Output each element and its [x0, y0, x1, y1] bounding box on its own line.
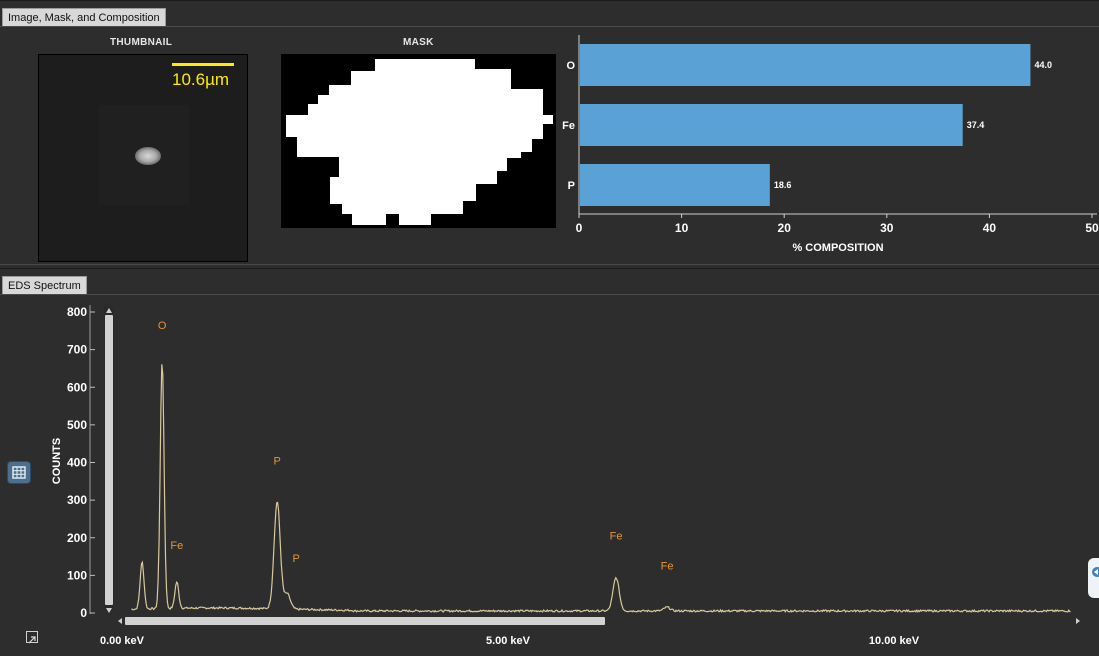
peak-label: O: [158, 320, 167, 332]
x-axis-title: % COMPOSITION: [792, 242, 883, 254]
peak-label: P: [274, 455, 281, 467]
bar-value-label: 44.0: [1034, 60, 1052, 70]
y-tick-label: 400: [67, 456, 87, 470]
x-tick-label: 20: [778, 221, 792, 235]
x-tick-label: 0: [576, 221, 583, 235]
peak-label: Fe: [610, 531, 623, 543]
x-tick-label: 50: [1085, 221, 1099, 235]
category-label: P: [568, 180, 575, 192]
peak-label: Fe: [170, 540, 183, 552]
category-label: Fe: [562, 120, 575, 132]
composition-bar: [580, 164, 770, 206]
y-axis-title: COUNTS: [51, 438, 63, 484]
y-tick-label: 700: [67, 343, 87, 357]
horizontal-scrollbar[interactable]: [118, 617, 1080, 625]
y-tick-label: 500: [67, 418, 87, 432]
y-tick-label: 100: [67, 568, 87, 582]
composition-panel: Image, Mask, and Composition THUMBNAIL 1…: [0, 0, 1099, 265]
y-tick-label: 800: [67, 305, 87, 319]
y-tick-label: 200: [67, 531, 87, 545]
peak-label: Fe: [661, 561, 674, 573]
eds-spectrum-panel: EDS Spectrum COUNTS 0 100 200 300 400 50…: [0, 268, 1099, 655]
composition-bar: [580, 44, 1031, 86]
category-label: O: [566, 60, 575, 72]
peak-label: P: [293, 553, 300, 565]
y-tick-label: 600: [67, 380, 87, 394]
vertical-scrollbar[interactable]: [104, 306, 114, 613]
spectrum-chart: COUNTS 0 100 200 300 400 500 600 700 800 0.00 ke…: [51, 305, 1080, 647]
x-tick-label: 5.00 keV: [486, 635, 531, 647]
bar-value-label: 18.6: [774, 180, 792, 190]
y-tick-label: 300: [67, 493, 87, 507]
bar-value-label: 37.4: [967, 120, 985, 130]
x-tick-label: 10.00 keV: [869, 635, 920, 647]
spectrum-line: [131, 364, 1071, 614]
composition-bar: [580, 104, 963, 146]
x-tick-label: 30: [880, 221, 894, 235]
side-handle[interactable]: [1088, 558, 1099, 598]
x-tick-label: 0.00 keV: [100, 635, 145, 647]
y-tick-label: 0: [80, 606, 87, 620]
collapse-icon: [1092, 567, 1099, 577]
x-tick-label: 40: [983, 221, 997, 235]
x-tick-label: 10: [675, 221, 689, 235]
composition-chart: O 44.0 Fe 37.4 P 18.6 0 10 20 30 40 50 % COMPOSITI…: [562, 35, 1099, 254]
